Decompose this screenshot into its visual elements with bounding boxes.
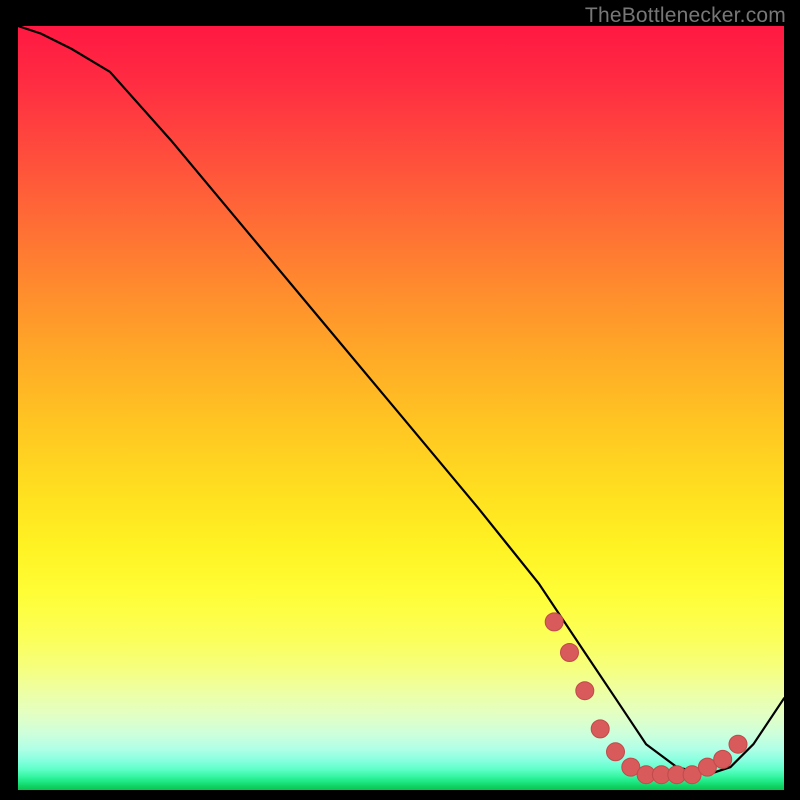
chart-svg bbox=[18, 26, 784, 790]
data-dot bbox=[545, 613, 563, 631]
data-dot bbox=[607, 743, 625, 761]
chart-stage: TheBottlenecker.com bbox=[0, 0, 800, 800]
data-dot bbox=[576, 682, 594, 700]
data-dot bbox=[561, 644, 579, 662]
plot-area bbox=[18, 26, 784, 790]
data-dot bbox=[591, 720, 609, 738]
curve-path bbox=[18, 26, 784, 775]
source-attribution: TheBottlenecker.com bbox=[585, 4, 786, 28]
data-dot bbox=[714, 750, 732, 768]
data-dot bbox=[729, 735, 747, 753]
